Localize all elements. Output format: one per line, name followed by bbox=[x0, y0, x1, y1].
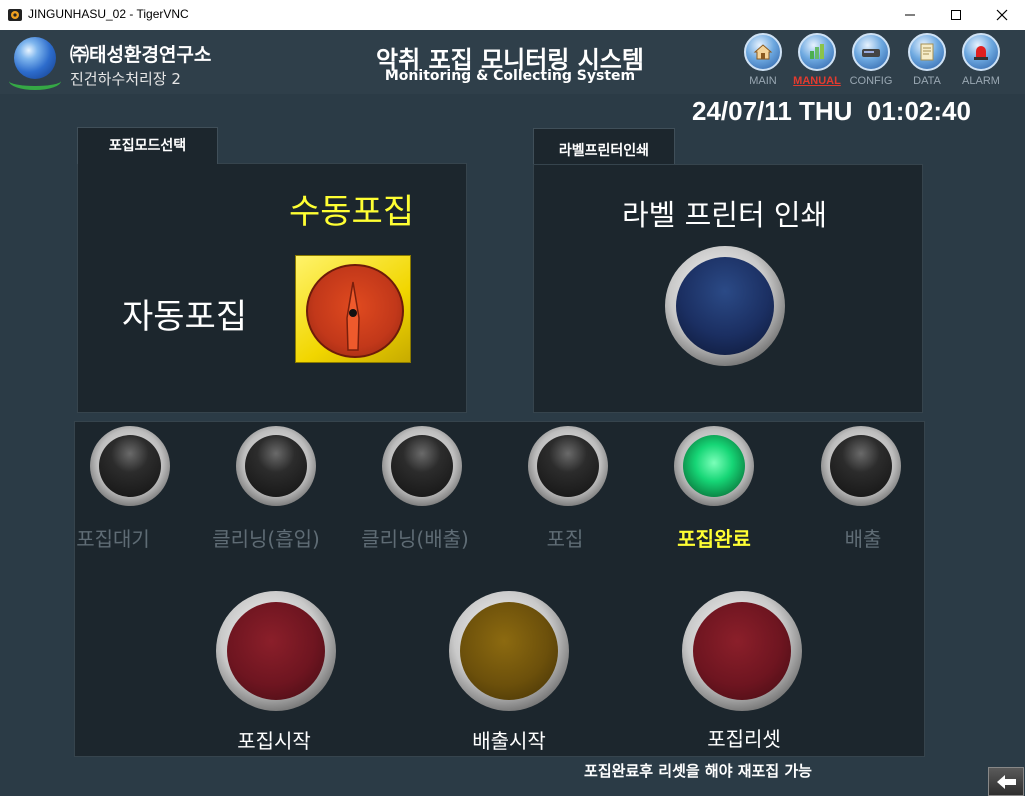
nav-alarm-label: ALARM bbox=[962, 75, 1000, 87]
tigervnc-app-icon bbox=[8, 9, 22, 21]
selector-knob-icon bbox=[306, 264, 404, 358]
lamp-label-collect-standby: 포집대기 bbox=[76, 527, 150, 551]
nav-main-button[interactable]: MAIN bbox=[735, 33, 791, 93]
nav-main-label: MAIN bbox=[749, 75, 777, 87]
collect-start-button-face bbox=[227, 602, 325, 700]
minimize-button[interactable] bbox=[887, 0, 933, 30]
mode-selector-switch[interactable] bbox=[295, 255, 411, 363]
alarm-icon bbox=[962, 33, 1000, 71]
current-datetime: 24/07/11 THU 01:02:40 bbox=[692, 96, 971, 126]
nav-data-label: DATA bbox=[913, 75, 941, 87]
lamp-cleaning-exhaust bbox=[382, 426, 462, 506]
collect-reset-button[interactable] bbox=[682, 591, 802, 711]
lamp-label-cleaning-exhaust: 클리닝(배출) bbox=[361, 527, 469, 551]
lamp-on-indicator bbox=[683, 435, 745, 497]
nav-config-button[interactable]: CONFIG bbox=[843, 33, 899, 93]
nav-alarm-button[interactable]: ALARM bbox=[953, 33, 1009, 93]
auto-mode-label: 자동포집 bbox=[122, 297, 248, 337]
lamp-off-indicator bbox=[830, 435, 892, 497]
collect-reset-button-face bbox=[693, 602, 791, 700]
print-label-button[interactable] bbox=[665, 246, 785, 366]
nav-manual-label: MANUAL bbox=[793, 75, 841, 87]
lamp-off-indicator bbox=[99, 435, 161, 497]
collect-start-button[interactable] bbox=[216, 591, 336, 711]
lamp-cleaning-intake bbox=[236, 426, 316, 506]
lamp-collect-standby bbox=[90, 426, 170, 506]
nav-data-button[interactable]: DATA bbox=[899, 33, 955, 93]
lamp-discharge bbox=[821, 426, 901, 506]
lamp-collecting bbox=[528, 426, 608, 506]
house-icon bbox=[744, 33, 782, 71]
label-printer-title: 라벨 프린터 인쇄 bbox=[622, 198, 828, 232]
lamp-label-collecting: 포집 bbox=[546, 527, 584, 551]
lamp-off-indicator bbox=[245, 435, 307, 497]
tab-mode-select: 포집모드선택 bbox=[77, 127, 218, 164]
minimize-icon bbox=[905, 14, 915, 16]
print-label-button-face bbox=[676, 257, 774, 355]
collect-start-label: 포집시작 bbox=[237, 729, 311, 753]
lamp-collect-complete bbox=[674, 426, 754, 506]
tab-label-printer: 라벨프린터인쇄 bbox=[533, 128, 675, 164]
company-name: ㈜태성환경연구소 bbox=[70, 44, 212, 66]
collect-reset-label: 포집리셋 bbox=[707, 727, 781, 751]
lamp-label-discharge: 배출 bbox=[844, 527, 882, 551]
lamp-off-indicator bbox=[537, 435, 599, 497]
app-header: ㈜태성환경연구소 진건하수처리장 2 악취 포집 모니터링 시스템 Monito… bbox=[0, 30, 1025, 94]
data-icon bbox=[908, 33, 946, 71]
close-button[interactable] bbox=[979, 0, 1025, 30]
discharge-start-button-face bbox=[460, 602, 558, 700]
maximize-button[interactable] bbox=[933, 0, 979, 30]
back-button[interactable] bbox=[988, 767, 1024, 796]
discharge-start-button[interactable] bbox=[449, 591, 569, 711]
maximize-icon bbox=[951, 10, 961, 20]
manual-icon bbox=[798, 33, 836, 71]
window-titlebar: JINGUNHASU_02 - TigerVNC bbox=[0, 0, 1025, 31]
plant-name: 진건하수처리장 2 bbox=[70, 70, 181, 88]
back-arrow-icon bbox=[997, 775, 1016, 789]
reset-note: 포집완료후 리셋을 해야 재포집 가능 bbox=[584, 762, 812, 780]
nav-manual-button[interactable]: MANUAL bbox=[789, 33, 845, 93]
manual-mode-label: 수동포집 bbox=[289, 192, 415, 232]
lamp-label-collect-complete: 포집완료 bbox=[677, 527, 751, 551]
lamp-off-indicator bbox=[391, 435, 453, 497]
system-subtitle: Monitoring & Collecting System bbox=[384, 68, 636, 84]
company-logo-globe-icon bbox=[14, 37, 56, 79]
nav-config-label: CONFIG bbox=[849, 75, 893, 87]
discharge-start-label: 배출시작 bbox=[472, 729, 546, 753]
close-icon bbox=[996, 9, 1008, 21]
config-icon bbox=[852, 33, 890, 71]
window-title: JINGUNHASU_02 - TigerVNC bbox=[28, 7, 189, 21]
lamp-label-cleaning-intake: 클리닝(흡입) bbox=[212, 527, 320, 551]
